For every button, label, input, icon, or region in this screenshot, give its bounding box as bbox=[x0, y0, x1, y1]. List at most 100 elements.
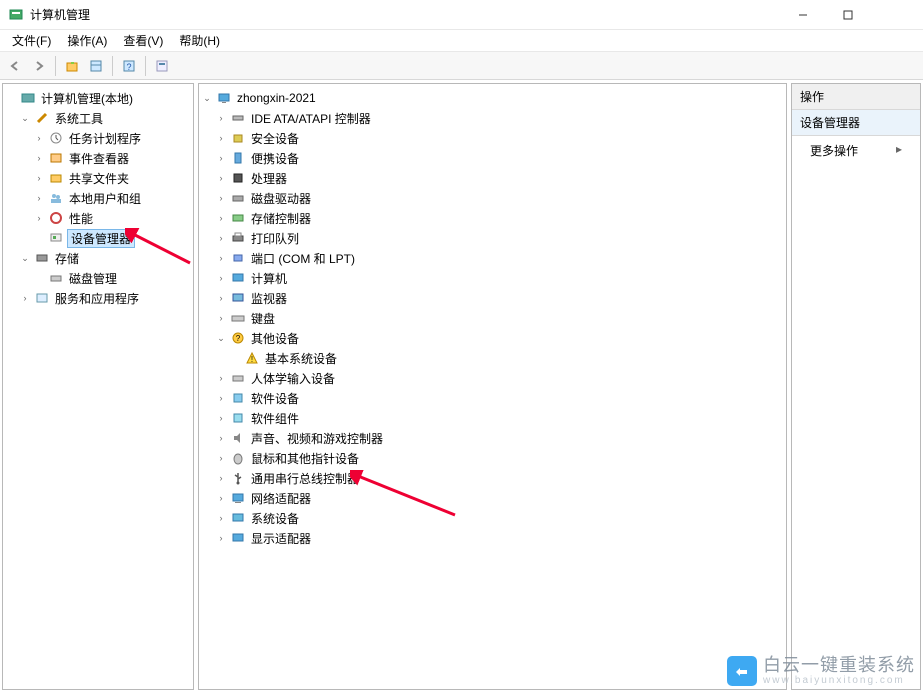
expand-icon[interactable]: › bbox=[215, 273, 227, 283]
tree-performance[interactable]: › 性能 bbox=[3, 208, 193, 228]
device-host[interactable]: ⌄ zhongxin-2021 bbox=[199, 88, 786, 108]
security-icon bbox=[230, 130, 246, 146]
tree-device-manager[interactable]: 设备管理器 bbox=[3, 228, 193, 248]
collapse-icon[interactable]: ⌄ bbox=[19, 113, 31, 124]
tree-services-apps[interactable]: › 服务和应用程序 bbox=[3, 288, 193, 308]
expand-icon[interactable]: › bbox=[215, 473, 227, 483]
expand-icon[interactable]: › bbox=[215, 293, 227, 303]
menu-file[interactable]: 文件(F) bbox=[4, 30, 59, 51]
expand-icon[interactable]: › bbox=[215, 153, 227, 163]
tree-label: 人体学输入设备 bbox=[249, 370, 337, 387]
device-usb[interactable]: ›通用串行总线控制器 bbox=[199, 468, 786, 488]
expand-icon[interactable]: › bbox=[215, 233, 227, 243]
tree-label: 计算机管理(本地) bbox=[39, 90, 135, 107]
tree-label: 任务计划程序 bbox=[67, 130, 143, 147]
expand-icon[interactable]: › bbox=[215, 173, 227, 183]
tree-label: 软件组件 bbox=[249, 410, 301, 427]
maximize-button[interactable] bbox=[825, 0, 870, 30]
window-title: 计算机管理 bbox=[30, 6, 780, 23]
expand-icon[interactable]: › bbox=[33, 133, 45, 143]
toolbar-back-button[interactable] bbox=[4, 55, 26, 77]
expand-icon[interactable]: › bbox=[215, 193, 227, 203]
expand-icon[interactable]: › bbox=[33, 173, 45, 183]
collapse-icon[interactable]: ⌄ bbox=[201, 93, 213, 104]
toolbar-refresh-button[interactable] bbox=[151, 55, 173, 77]
diskdrive-icon bbox=[230, 190, 246, 206]
device-sound[interactable]: › 声音、视频和游戏控制器 bbox=[199, 428, 786, 448]
device-softdev[interactable]: ›软件设备 bbox=[199, 388, 786, 408]
menu-action[interactable]: 操作(A) bbox=[59, 30, 115, 51]
toolbar-view-button[interactable] bbox=[85, 55, 107, 77]
expand-icon[interactable]: › bbox=[215, 373, 227, 383]
expand-icon[interactable]: › bbox=[215, 313, 227, 323]
actions-more-label: 更多操作 bbox=[810, 144, 858, 158]
expand-icon[interactable]: › bbox=[215, 253, 227, 263]
device-printqueue[interactable]: ›打印队列 bbox=[199, 228, 786, 248]
collapse-icon[interactable]: ⌄ bbox=[215, 333, 227, 344]
device-portable[interactable]: ›便携设备 bbox=[199, 148, 786, 168]
expand-icon[interactable]: › bbox=[33, 193, 45, 203]
toolbar-help-button[interactable]: ? bbox=[118, 55, 140, 77]
device-other[interactable]: ⌄?其他设备 bbox=[199, 328, 786, 348]
expand-icon[interactable]: › bbox=[215, 533, 227, 543]
tree-event-viewer[interactable]: › 事件查看器 bbox=[3, 148, 193, 168]
expand-icon[interactable]: › bbox=[215, 213, 227, 223]
softdev-icon bbox=[230, 390, 246, 406]
device-diskdrive[interactable]: ›磁盘驱动器 bbox=[199, 188, 786, 208]
tree-label: 声音、视频和游戏控制器 bbox=[249, 430, 385, 447]
warning-icon: ! bbox=[244, 350, 260, 366]
device-basesys[interactable]: !基本系统设备 bbox=[199, 348, 786, 368]
expand-icon[interactable]: › bbox=[215, 133, 227, 143]
expand-icon[interactable]: › bbox=[215, 433, 227, 443]
keyboard-icon bbox=[230, 310, 246, 326]
device-cpu[interactable]: ›处理器 bbox=[199, 168, 786, 188]
tree-task-scheduler[interactable]: › 任务计划程序 bbox=[3, 128, 193, 148]
menu-help[interactable]: 帮助(H) bbox=[171, 30, 228, 51]
minimize-button[interactable] bbox=[780, 0, 825, 30]
collapse-icon[interactable]: ⌄ bbox=[19, 253, 31, 264]
device-mouse[interactable]: ›鼠标和其他指针设备 bbox=[199, 448, 786, 468]
device-display[interactable]: ›显示适配器 bbox=[199, 528, 786, 548]
tree-disk-management[interactable]: 磁盘管理 bbox=[3, 268, 193, 288]
tree-storage[interactable]: ⌄ 存储 bbox=[3, 248, 193, 268]
close-button[interactable] bbox=[870, 0, 915, 30]
device-network[interactable]: ›网络适配器 bbox=[199, 488, 786, 508]
device-softcomp[interactable]: › 软件组件 bbox=[199, 408, 786, 428]
device-keyboard[interactable]: ›键盘 bbox=[199, 308, 786, 328]
expand-icon[interactable]: › bbox=[215, 393, 227, 403]
device-hid[interactable]: › 人体学输入设备 bbox=[199, 368, 786, 388]
menubar: 文件(F) 操作(A) 查看(V) 帮助(H) bbox=[0, 30, 923, 52]
tree-system-tools[interactable]: ⌄ 系统工具 bbox=[3, 108, 193, 128]
device-ide[interactable]: ›IDE ATA/ATAPI 控制器 bbox=[199, 108, 786, 128]
toolbar-forward-button[interactable] bbox=[28, 55, 50, 77]
device-security[interactable]: ›安全设备 bbox=[199, 128, 786, 148]
expand-icon[interactable]: › bbox=[215, 113, 227, 123]
expand-icon[interactable]: › bbox=[215, 453, 227, 463]
computer-icon bbox=[230, 270, 246, 286]
device-monitor[interactable]: ›监视器 bbox=[199, 288, 786, 308]
expand-icon[interactable]: › bbox=[19, 293, 31, 303]
toolbar-up-button[interactable] bbox=[61, 55, 83, 77]
expand-icon[interactable]: › bbox=[215, 513, 227, 523]
device-computer[interactable]: ›计算机 bbox=[199, 268, 786, 288]
expand-icon[interactable]: › bbox=[215, 413, 227, 423]
titlebar: 计算机管理 bbox=[0, 0, 923, 30]
ports-icon bbox=[230, 250, 246, 266]
tree-local-users[interactable]: › 本地用户和组 bbox=[3, 188, 193, 208]
menu-view[interactable]: 查看(V) bbox=[115, 30, 171, 51]
device-sysdev[interactable]: › 系统设备 bbox=[199, 508, 786, 528]
chevron-right-icon: ▸ bbox=[896, 142, 902, 156]
tree-label: 系统设备 bbox=[249, 510, 301, 527]
expand-icon[interactable]: › bbox=[215, 493, 227, 503]
actions-more[interactable]: 更多操作 ▸ bbox=[792, 136, 920, 165]
folder-icon bbox=[48, 170, 64, 186]
tree-label: 系统工具 bbox=[53, 110, 105, 127]
tree-root[interactable]: 计算机管理(本地) bbox=[3, 88, 193, 108]
expand-icon[interactable]: › bbox=[33, 153, 45, 163]
device-storagectrl[interactable]: ›存储控制器 bbox=[199, 208, 786, 228]
tree-shared-folders[interactable]: › 共享文件夹 bbox=[3, 168, 193, 188]
tree-label: 服务和应用程序 bbox=[53, 290, 141, 307]
app-icon bbox=[8, 7, 24, 23]
device-ports[interactable]: ›端口 (COM 和 LPT) bbox=[199, 248, 786, 268]
expand-icon[interactable]: › bbox=[33, 213, 45, 223]
